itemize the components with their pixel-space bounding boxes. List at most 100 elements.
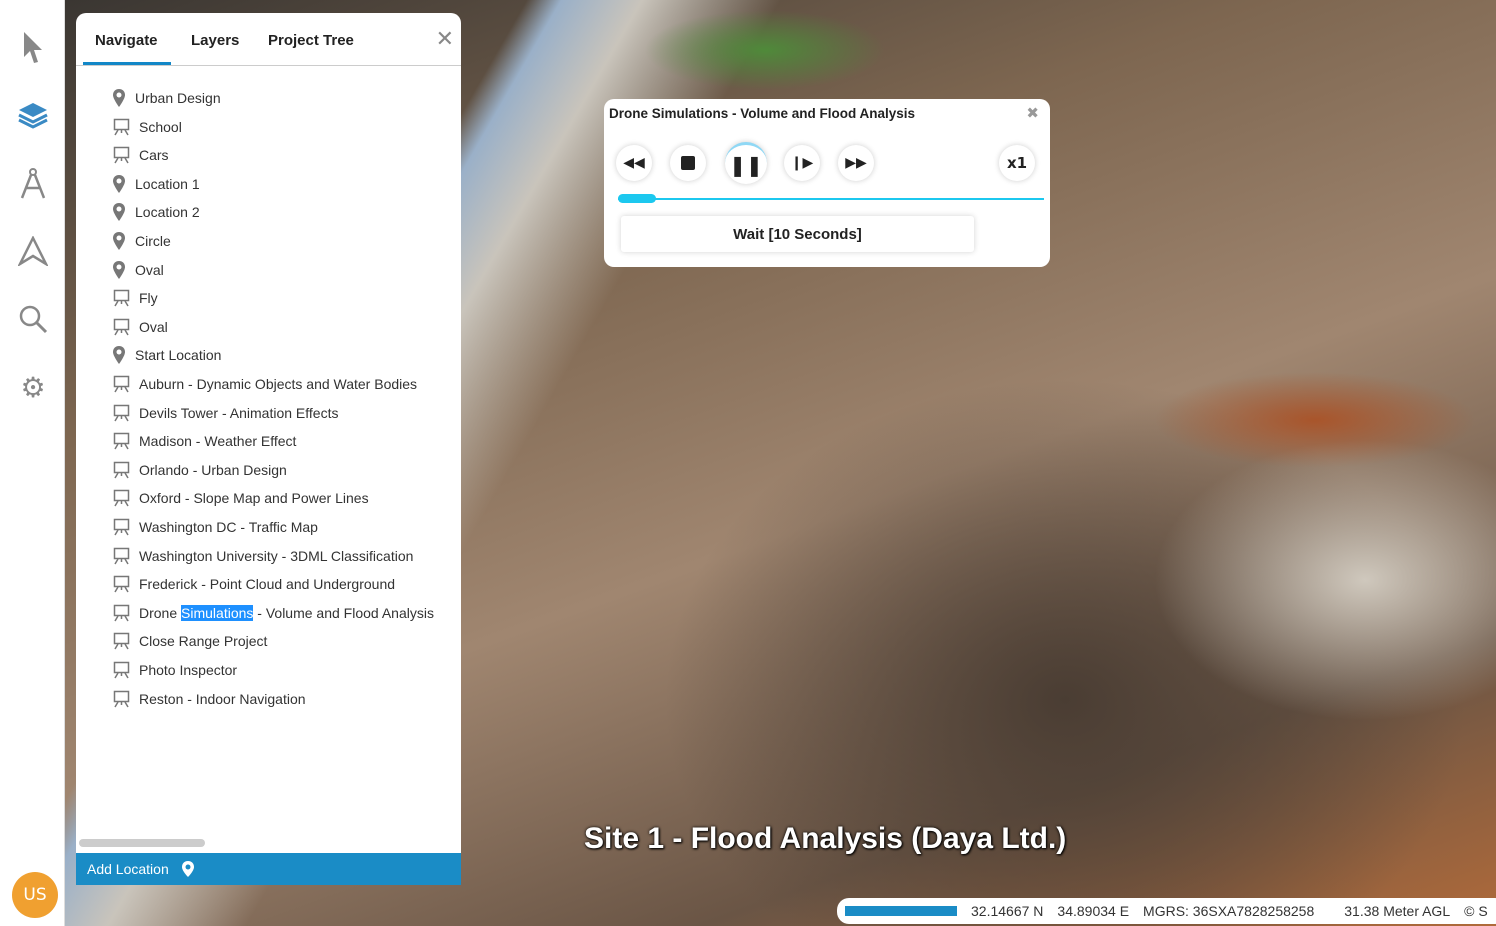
list-item-label: Orlando - Urban Design (139, 461, 287, 478)
list-item-label: Photo Inspector (139, 662, 238, 678)
list-item[interactable]: Photo Inspector (113, 658, 237, 682)
presentation-icon (113, 375, 130, 393)
tab-navigate[interactable]: Navigate (95, 32, 158, 49)
presentation-icon (113, 661, 130, 679)
navigate-icon[interactable] (16, 234, 50, 268)
status-message: Wait [10 Seconds] (621, 216, 974, 252)
list-item[interactable]: Oxford - Slope Map and Power Lines (113, 486, 369, 510)
list-item-label: School (139, 118, 182, 135)
presentation-icon (113, 461, 130, 479)
list-item[interactable]: Location 2 (112, 200, 200, 224)
presentation-icon (113, 118, 130, 135)
list-item-label: Reston - Indoor Navigation (139, 690, 306, 707)
gear-icon[interactable]: ⚙ (16, 370, 50, 404)
list-item[interactable]: Devils Tower - Animation Effects (113, 401, 338, 425)
navigate-panel: Navigate Layers Project Tree ✕ Urban Des… (76, 13, 461, 885)
layers-icon[interactable] (16, 98, 50, 132)
latitude: 32.14667 N (971, 903, 1044, 919)
list-item[interactable]: Reston - Indoor Navigation (113, 687, 306, 711)
cursor-icon[interactable] (16, 30, 50, 64)
list-item[interactable]: Start Location (112, 343, 221, 367)
search-highlight: Simulations (181, 604, 254, 621)
list-item[interactable]: Urban Design (112, 86, 221, 110)
presentation-icon (113, 518, 130, 536)
step-forward-button[interactable]: ❙▶ (784, 145, 820, 181)
compass-icon[interactable] (16, 166, 50, 200)
scale-bar (845, 906, 957, 916)
list-item-label: - Volume and Flood Analysis (253, 604, 434, 621)
list-item-label: Devils Tower - Animation Effects (139, 404, 339, 421)
pause-button[interactable]: ❚❚ (725, 142, 767, 184)
pin-icon (113, 232, 125, 250)
list-item-label: Frederick - Point Cloud and Underground (139, 576, 396, 593)
copyright: © S (1464, 903, 1488, 919)
presentation-icon (113, 432, 130, 450)
list-item[interactable]: Fly (113, 286, 158, 310)
simulation-player-dialog: Drone Simulations - Volume and Flood Ana… (604, 99, 1050, 267)
presentation-icon (113, 146, 130, 164)
list-item[interactable]: Auburn - Dynamic Objects and Water Bodie… (113, 372, 417, 396)
map-title: Site 1 - Flood Analysis (Daya Ltd.) (584, 822, 1067, 855)
add-location-label: Add Location (87, 861, 169, 877)
presentation-icon (113, 575, 130, 593)
list-item[interactable]: School (113, 115, 182, 139)
rewind-button[interactable]: ◀◀ (616, 145, 652, 181)
altitude: 31.38 Meter AGL (1344, 903, 1451, 919)
list-item-label: Cars (139, 147, 169, 164)
list-item-label: Oval (139, 318, 168, 335)
presentation-icon (113, 404, 130, 421)
active-tab-indicator (83, 62, 171, 65)
list-item-label: Fly (139, 290, 158, 307)
tab-bar: Navigate Layers Project Tree ✕ (76, 13, 461, 66)
tab-layers[interactable]: Layers (191, 32, 239, 49)
pin-icon (113, 203, 125, 222)
list-item[interactable]: Orlando - Urban Design (113, 458, 287, 482)
progress-slider[interactable] (618, 198, 1044, 200)
presentation-icon (113, 547, 130, 564)
presentation-icon (113, 604, 130, 622)
tab-project-tree[interactable]: Project Tree (268, 32, 354, 49)
pause-icon: ❚❚ (729, 152, 763, 177)
list-item-label: Urban Design (135, 90, 221, 106)
stop-icon (681, 156, 695, 170)
list-item[interactable]: Location 1 (112, 172, 200, 196)
close-icon[interactable]: ✕ (436, 27, 454, 52)
longitude: 34.89034 E (1057, 903, 1130, 919)
mgrs: MGRS: 36SXA7828258258 (1143, 903, 1315, 919)
list-item[interactable]: Drone Simulations - Volume and Flood Ana… (113, 601, 434, 625)
avatar[interactable]: US (12, 872, 58, 918)
list-item-label: Location 1 (135, 175, 200, 192)
presentation-icon (113, 490, 130, 507)
list-item-label: Close Range Project (139, 633, 268, 650)
list-item-label: Auburn - Dynamic Objects and Water Bodie… (139, 376, 418, 392)
search-icon[interactable] (16, 302, 50, 336)
list-item-label: Circle (135, 233, 171, 249)
list-item-label: Oxford - Slope Map and Power Lines (139, 490, 369, 507)
pin-icon (181, 861, 194, 877)
list-item[interactable]: Oval (113, 315, 168, 339)
add-location-button[interactable]: Add Location (76, 853, 461, 885)
list-item[interactable]: Washington DC - Traffic Map (113, 515, 318, 539)
list-item-label: Start Location (135, 347, 222, 364)
list-item[interactable]: Washington University - 3DML Classificat… (113, 544, 413, 568)
fast-forward-button[interactable]: ▶▶ (838, 145, 874, 181)
dialog-title: Drone Simulations - Volume and Flood Ana… (609, 106, 916, 121)
pin-icon (113, 174, 125, 193)
list-item[interactable]: Cars (113, 143, 169, 167)
list-item[interactable]: Oval (112, 258, 164, 282)
list-item-label: Drone (139, 604, 182, 621)
list-item[interactable]: Madison - Weather Effect (113, 429, 296, 453)
pin-icon (113, 346, 125, 365)
horizontal-scrollbar[interactable] (79, 839, 205, 847)
speed-button[interactable]: x1 (999, 145, 1035, 181)
list-item[interactable]: Circle (112, 229, 171, 253)
list-item[interactable]: Frederick - Point Cloud and Underground (113, 572, 395, 596)
list-item-label: Oval (135, 261, 164, 278)
list-item[interactable]: Close Range Project (113, 629, 267, 653)
close-icon[interactable]: ✖ (1026, 104, 1039, 122)
presentation-icon (113, 289, 130, 307)
pin-icon (113, 89, 125, 107)
list-item-label: Washington University - 3DML Classificat… (139, 547, 414, 564)
stop-button[interactable] (670, 145, 706, 181)
list-item-label: Washington DC - Traffic Map (139, 519, 318, 535)
